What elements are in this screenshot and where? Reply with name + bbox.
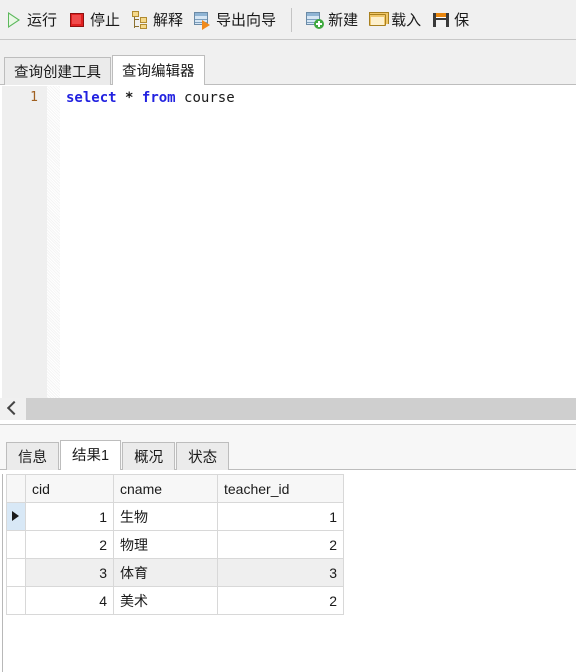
tab-profile[interactable]: 概况	[122, 442, 176, 470]
load-button[interactable]: 载入	[365, 5, 426, 35]
explain-button[interactable]: 解释	[127, 5, 188, 35]
load-button-label: 载入	[391, 12, 422, 29]
grid-header-row: cid cname teacher_id	[6, 474, 344, 503]
sql-code-line-1[interactable]: select * from course	[66, 90, 235, 107]
sql-keyword-select: select	[66, 90, 117, 106]
tab-info[interactable]: 信息	[6, 442, 59, 470]
editor-horizontal-scrollbar[interactable]	[0, 398, 576, 420]
column-header-teacher-id[interactable]: teacher_id	[217, 474, 344, 503]
save-button-label: 保	[454, 12, 470, 29]
table-row[interactable]: 1 生物 1	[6, 502, 344, 531]
save-floppy-icon	[432, 11, 450, 29]
row-selector-cell[interactable]	[6, 558, 26, 587]
cell-cid[interactable]: 2	[25, 530, 114, 559]
row-selector-cell[interactable]	[6, 586, 26, 615]
sql-space-1	[117, 90, 125, 106]
tab-result-1[interactable]: 结果1	[60, 440, 122, 470]
run-button[interactable]: 运行	[1, 5, 62, 35]
cell-cname[interactable]: 美术	[113, 586, 218, 615]
toolbar-separator	[291, 7, 293, 32]
sql-space-2	[133, 90, 141, 106]
editor-line-gutter: 1	[2, 86, 47, 398]
save-button[interactable]: 保	[428, 5, 474, 35]
scrollbar-thumb[interactable]	[26, 398, 576, 420]
explain-tree-icon	[131, 10, 149, 29]
current-row-marker-icon	[12, 511, 19, 521]
scroll-left-button[interactable]	[0, 398, 26, 420]
cell-teacher-id[interactable]: 1	[217, 502, 344, 531]
result-grid[interactable]: cid cname teacher_id 1 生物 1 2 物理 2 3 体育 …	[6, 474, 344, 615]
export-wizard-button-label: 导出向导	[216, 12, 277, 29]
explain-button-label: 解释	[153, 12, 184, 29]
play-run-icon	[5, 11, 23, 29]
query-editor-window: 运行 停止 解释 导出向导 新建 载入 保 查询创建工具 查询编辑器 1 sel…	[0, 0, 576, 672]
stop-button[interactable]: 停止	[64, 5, 125, 35]
cell-teacher-id[interactable]: 2	[217, 530, 344, 559]
tab-status[interactable]: 状态	[176, 442, 230, 470]
new-button[interactable]: 新建	[302, 5, 363, 35]
sql-editor-area[interactable]: 1 select * from course	[0, 85, 576, 398]
sql-keyword-from: from	[141, 90, 176, 106]
new-button-label: 新建	[328, 12, 359, 29]
grid-left-border	[2, 474, 3, 672]
cell-cid[interactable]: 4	[25, 586, 114, 615]
tab-query-editor[interactable]: 查询编辑器	[112, 55, 205, 85]
result-tab-strip: 信息 结果1 概况 状态	[0, 424, 576, 470]
row-selector-cell[interactable]	[6, 502, 26, 531]
cell-cname[interactable]: 生物	[113, 502, 218, 531]
table-row[interactable]: 3 体育 3	[6, 558, 344, 587]
scroll-left-chevron-icon	[6, 400, 22, 416]
tab-query-builder[interactable]: 查询创建工具	[4, 57, 111, 85]
cell-cname[interactable]: 物理	[113, 530, 218, 559]
cell-cname[interactable]: 体育	[113, 558, 218, 587]
new-query-icon	[306, 11, 325, 29]
stop-button-label: 停止	[90, 12, 121, 29]
editor-margin-strip	[47, 86, 60, 398]
cell-cid[interactable]: 3	[25, 558, 114, 587]
export-wizard-icon	[194, 11, 212, 30]
line-number-1: 1	[30, 90, 38, 105]
row-selector-cell[interactable]	[6, 530, 26, 559]
table-row[interactable]: 2 物理 2	[6, 530, 344, 559]
run-button-label: 运行	[27, 12, 58, 29]
folder-open-icon	[369, 11, 390, 29]
editor-tab-strip: 查询创建工具 查询编辑器	[0, 40, 576, 85]
cell-teacher-id[interactable]: 2	[217, 586, 344, 615]
stop-square-icon	[68, 11, 86, 29]
result-grid-container[interactable]: cid cname teacher_id 1 生物 1 2 物理 2 3 体育 …	[0, 470, 576, 672]
export-wizard-button[interactable]: 导出向导	[190, 5, 281, 35]
table-row[interactable]: 4 美术 2	[6, 586, 344, 615]
cell-teacher-id[interactable]: 3	[217, 558, 344, 587]
cell-cid[interactable]: 1	[25, 502, 114, 531]
sql-table-name: course	[184, 90, 235, 106]
column-header-cname[interactable]: cname	[113, 474, 218, 503]
row-selector-header	[6, 474, 26, 503]
column-header-cid[interactable]: cid	[25, 474, 114, 503]
sql-space-3	[176, 90, 184, 106]
main-toolbar: 运行 停止 解释 导出向导 新建 载入 保	[0, 0, 576, 40]
